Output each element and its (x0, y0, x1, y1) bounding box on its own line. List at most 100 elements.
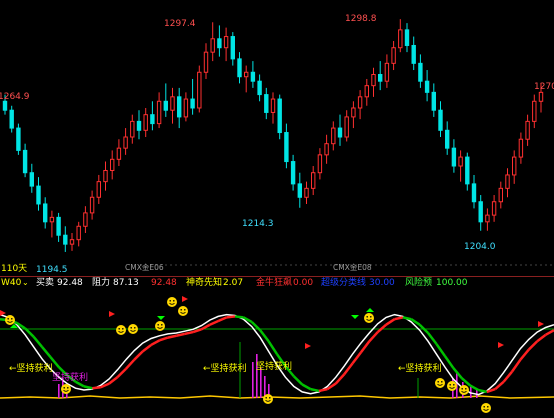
indicator-value-prophet: 2.07 (223, 278, 243, 288)
signal-label-5: 坚持获利 (52, 371, 88, 383)
candle-up (76, 225, 81, 241)
smiley-icon (155, 321, 165, 331)
smiley-icon (178, 306, 188, 316)
candle-up (116, 147, 122, 160)
histogram-bar (256, 354, 258, 398)
candle-up (123, 136, 128, 149)
indicator-value-red: 92.48 (151, 278, 177, 288)
signal-label-2: ←坚持获利 (203, 362, 247, 374)
candle-down (9, 109, 14, 129)
candle-down (297, 183, 303, 198)
candle-down (163, 100, 169, 111)
candle-down (217, 38, 222, 49)
candle-up (170, 96, 175, 111)
candle-up (458, 156, 463, 167)
candle-down (29, 172, 35, 187)
indicator-label-buysell: 买卖 (36, 277, 54, 288)
candle-up (83, 212, 88, 227)
candle-down (237, 58, 242, 78)
indicator-value-class: 30.00 (369, 278, 395, 288)
candle-up (69, 239, 75, 245)
indicator-label-risk: 风险预 (405, 276, 432, 288)
candle-up (391, 47, 396, 64)
candle-down (471, 183, 477, 203)
candle-down (378, 74, 383, 82)
price-label-right-high: 1270 (534, 82, 554, 92)
candle-up (512, 156, 517, 176)
candle-down (177, 96, 182, 118)
indicator-title[interactable]: W40 (1, 278, 22, 288)
candle-up (538, 91, 544, 102)
candle-down (22, 149, 28, 174)
smiley-icon (263, 394, 273, 404)
smiley-icon (5, 315, 15, 325)
candle-up (143, 114, 148, 131)
chevron-down-icon[interactable]: ⌄ (22, 278, 29, 287)
candle-down (418, 62, 423, 82)
price-label-low-1: 1194.5 (36, 265, 68, 275)
candle-up (518, 138, 524, 158)
range-label: 110天 (1, 264, 27, 274)
candle-up (130, 120, 135, 138)
candle-up (317, 154, 323, 174)
histogram-bar (58, 384, 60, 398)
candle-up (270, 98, 276, 113)
candle-down (277, 98, 282, 134)
indicator-value-buysell: 92.48 (57, 278, 83, 288)
candle-up (103, 169, 108, 183)
price-label-left-high: 1264.9 (0, 92, 30, 102)
candle-down (438, 109, 443, 131)
candle-down (150, 114, 155, 125)
smiley-icon (116, 325, 126, 335)
resistance-line-segment (226, 315, 236, 319)
candle-up (485, 214, 490, 223)
resistance-line-segment (92, 386, 101, 390)
candle-up (331, 127, 336, 145)
candle-up (498, 187, 504, 203)
gridline-label-1: CMX金E06 (125, 262, 164, 272)
indicator-label-bull: 金牛狂飙 (256, 276, 292, 288)
price-label-low-2: 1214.3 (242, 219, 274, 229)
candle-up (364, 85, 370, 98)
candle-up (49, 216, 55, 223)
price-label-high-2: 1298.8 (345, 14, 377, 24)
candle-down (264, 94, 269, 113)
smiley-icon (364, 313, 374, 323)
resistance-line-segment (234, 315, 244, 319)
candle-down (257, 80, 262, 96)
candle-down (36, 185, 41, 205)
chart-canvas: CMX金E06 CMX金E08 110天 1264.9 1297.4 1298.… (0, 0, 554, 418)
indicator-label-prophet: 神奇先知 (186, 276, 222, 288)
candle-up (384, 62, 390, 82)
signal-label-4: ←坚持获利 (398, 362, 442, 374)
indicator-value-resistance: 87.13 (113, 278, 139, 288)
smiley-icon (167, 297, 177, 307)
smiley-icon (481, 403, 491, 413)
candle-up (398, 29, 403, 49)
candle-down (404, 29, 410, 46)
candle-down (445, 129, 450, 149)
candle-up (183, 98, 189, 118)
candle-up (344, 116, 349, 138)
candle-up (491, 201, 497, 216)
candle-down (424, 80, 430, 93)
candle-down (136, 120, 142, 131)
candle-up (223, 36, 229, 49)
candle-up (505, 174, 510, 189)
histogram-bar (252, 362, 254, 398)
smiley-icon (128, 324, 138, 334)
candle-up (210, 38, 215, 53)
histogram-bar (260, 368, 262, 398)
candle-down (16, 127, 21, 151)
candle-down (63, 234, 68, 245)
indicator-label-class: 超级分类线 (321, 276, 366, 288)
indicator-label-resistance: 阻力 (92, 276, 110, 288)
candle-down (43, 203, 48, 223)
candle-up (304, 187, 309, 198)
candle-down (230, 36, 236, 60)
candle-up (357, 96, 363, 109)
candle-down (465, 156, 470, 185)
candle-down (290, 161, 296, 185)
candle-up (525, 120, 530, 140)
signal-label-1: ←坚持获利 (9, 362, 53, 374)
